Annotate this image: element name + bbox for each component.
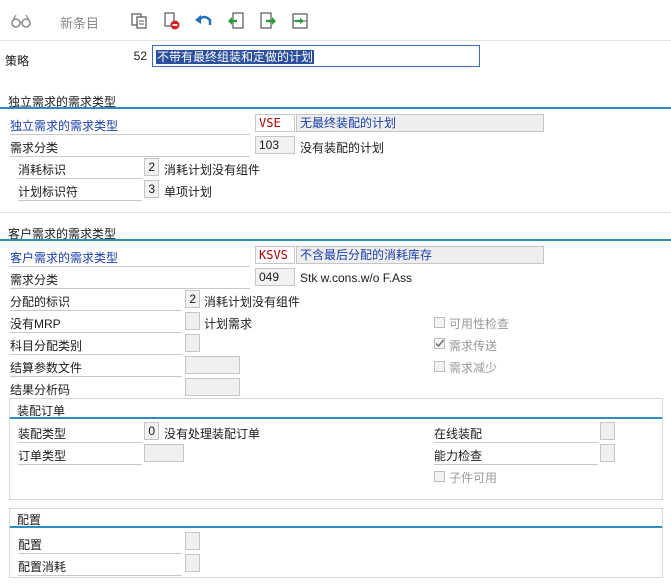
independent-type-desc: 无最终装配的计划 xyxy=(296,114,544,132)
configuration-label: 配置 xyxy=(18,536,182,554)
requirement-transfer-checkbox[interactable] xyxy=(434,338,445,349)
requirement-transfer-label: 需求传送 xyxy=(449,339,498,353)
allocation-label: 分配的标识 xyxy=(10,293,182,311)
copy-icon[interactable] xyxy=(128,10,150,32)
configuration-consumption-label: 配置消耗 xyxy=(18,558,182,576)
component-availability-label: 子件可用 xyxy=(449,471,498,485)
consumption-label: 消耗标识 xyxy=(18,161,142,179)
strategy-code[interactable]: 52 xyxy=(130,48,150,66)
account-assignment-label: 科目分配类别 xyxy=(10,337,182,355)
undo-icon[interactable] xyxy=(193,10,215,32)
assembly-order-divider xyxy=(10,417,662,419)
export-icon[interactable] xyxy=(257,10,279,32)
settlement-profile-field[interactable] xyxy=(185,356,240,374)
no-mrp-label: 没有MRP xyxy=(10,315,182,333)
consumption-desc: 消耗计划没有组件 xyxy=(164,163,261,177)
strategy-description-text: 不带有最终组装和定做的计划 xyxy=(156,50,315,64)
independent-type-code[interactable]: VSE xyxy=(255,114,295,132)
no-mrp-field[interactable] xyxy=(185,312,200,330)
requirement-reduce-checkbox[interactable] xyxy=(434,361,445,372)
delete-icon[interactable] xyxy=(160,10,182,32)
capacity-check-label: 能力检查 xyxy=(434,447,598,465)
availability-check-checkbox[interactable] xyxy=(434,317,445,328)
assembly-type-label: 装配类型 xyxy=(18,425,142,443)
toolbar: 新条目 xyxy=(0,0,671,41)
account-assignment-field[interactable] xyxy=(185,334,200,352)
customer-class-code[interactable]: 049 xyxy=(255,268,295,286)
independent-class-label: 需求分类 xyxy=(10,139,250,157)
customer-class-desc: Stk w.cons.w/o F.Ass xyxy=(300,271,413,285)
result-analysis-label: 结果分析码 xyxy=(10,381,182,399)
customer-type-desc: 不含最后分配的消耗库存 xyxy=(296,246,544,264)
configuration-consumption-field[interactable] xyxy=(185,554,200,572)
capacity-check-field[interactable] xyxy=(600,444,615,462)
configuration-field[interactable] xyxy=(185,532,200,550)
independent-type-label: 独立需求的需求类型 xyxy=(10,117,250,135)
independent-section-divider xyxy=(0,107,671,109)
online-assembly-label: 在线装配 xyxy=(434,425,598,443)
settlement-profile-label: 结算参数文件 xyxy=(10,359,182,377)
new-entries-button[interactable]: 新条目 xyxy=(60,13,99,32)
assembly-type-desc: 没有处理装配订单 xyxy=(164,427,261,441)
result-analysis-field[interactable] xyxy=(185,378,240,396)
customer-section-divider xyxy=(0,239,671,241)
order-type-field[interactable] xyxy=(144,444,184,462)
allocation-desc: 消耗计划没有组件 xyxy=(204,295,301,309)
consumption-code[interactable]: 2 xyxy=(144,158,159,176)
assembly-type-code[interactable]: 0 xyxy=(144,422,159,440)
planning-id-desc: 单项计划 xyxy=(164,185,213,199)
requirement-reduce-label: 需求减少 xyxy=(449,361,498,375)
customer-type-code[interactable]: KSVS xyxy=(255,246,295,264)
availability-check-label: 可用性检查 xyxy=(449,317,510,331)
section-gap-divider xyxy=(0,212,671,213)
customer-type-label: 客户需求的需求类型 xyxy=(10,249,250,267)
online-assembly-field[interactable] xyxy=(600,422,615,440)
independent-class-code[interactable]: 103 xyxy=(255,136,295,154)
component-availability-checkbox[interactable] xyxy=(434,471,445,482)
allocation-code[interactable]: 2 xyxy=(185,290,200,308)
customer-class-label: 需求分类 xyxy=(10,271,250,289)
independent-class-desc: 没有装配的计划 xyxy=(300,141,385,155)
import-icon[interactable] xyxy=(225,10,247,32)
select-all-icon[interactable] xyxy=(289,10,311,32)
strategy-label: 策略 xyxy=(5,54,30,68)
order-type-label: 订单类型 xyxy=(18,447,142,465)
no-mrp-desc: 计划需求 xyxy=(204,317,253,331)
strategy-description-input[interactable]: 不带有最终组装和定做的计划 xyxy=(152,45,480,67)
glasses-icon[interactable] xyxy=(10,10,32,32)
check-icon xyxy=(435,339,445,348)
configuration-divider xyxy=(10,526,662,528)
planning-id-code[interactable]: 3 xyxy=(144,180,159,198)
planning-id-label: 计划标识符 xyxy=(18,183,142,201)
